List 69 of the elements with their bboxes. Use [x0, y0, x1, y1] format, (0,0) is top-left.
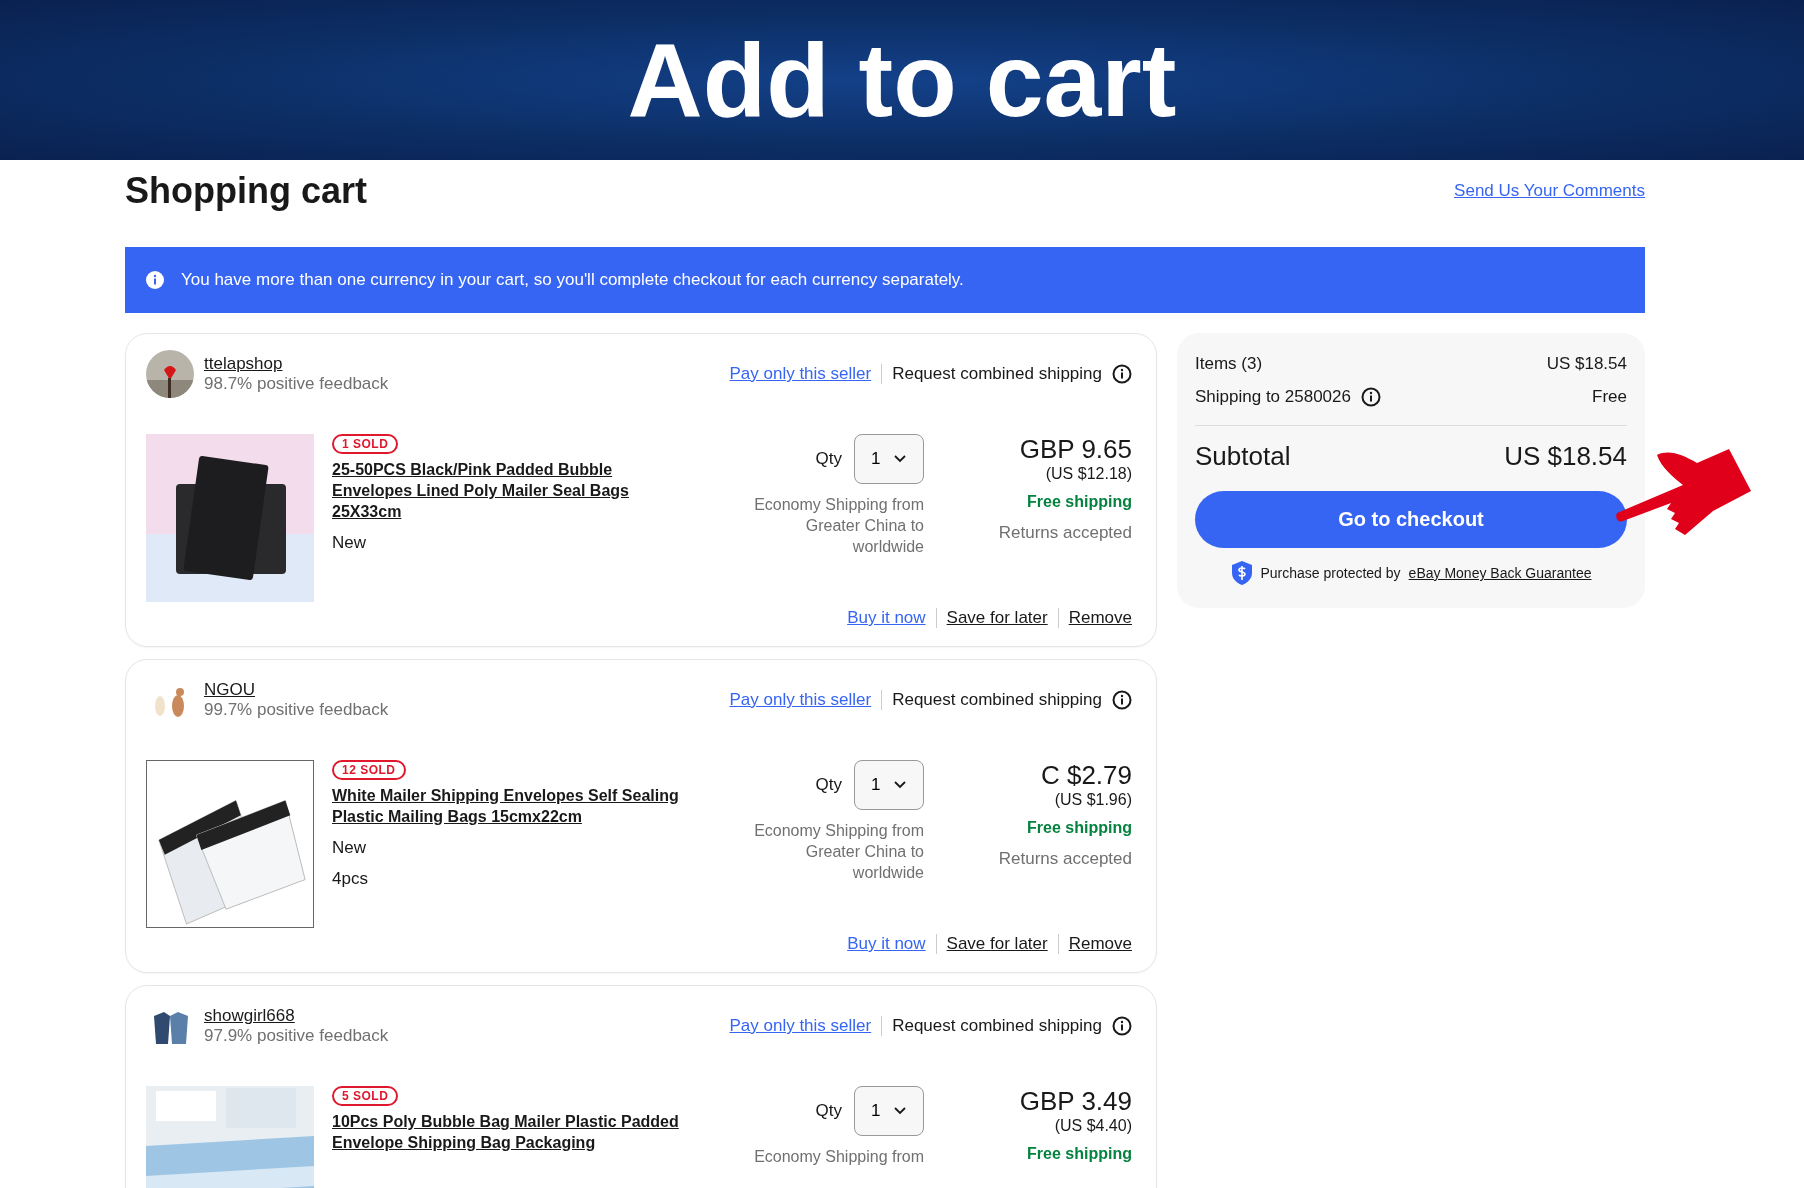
sold-badge: 5 SOLD [332, 1086, 399, 1106]
seller-name[interactable]: showgirl668 [204, 1006, 389, 1026]
guarantee-link[interactable]: eBay Money Back Guarantee [1408, 565, 1592, 581]
shipping-value: Free [1592, 386, 1627, 407]
sold-badge: 1 SOLD [332, 434, 399, 454]
seller-feedback: 99.7% positive feedback [204, 700, 389, 720]
chevron-down-icon [894, 1107, 907, 1115]
item-title[interactable]: 10Pcs Poly Bubble Bag Mailer Plastic Padded Envelope Shipping Bag Packaging [332, 1111, 696, 1153]
qty-select[interactable]: 1 [854, 1086, 924, 1136]
save-for-later-link[interactable]: Save for later [946, 608, 1048, 628]
combined-shipping-label: Request combined shipping [892, 1016, 1102, 1036]
qty-select[interactable]: 1 [854, 434, 924, 484]
page-title: Shopping cart [125, 170, 367, 212]
protection-text: Purchase protected by [1260, 565, 1401, 581]
qty-label: Qty [815, 1101, 842, 1121]
shipping-label: Shipping to 2580026 [1195, 386, 1351, 407]
item-title[interactable]: White Mailer Shipping Envelopes Self Sealing Plastic Mailing Bags 15cmx22cm [332, 785, 696, 827]
pay-only-seller-link[interactable]: Pay only this seller [729, 364, 872, 384]
item-price-usd: (US $1.96) [1054, 791, 1132, 809]
item-price: GBP 3.49 [1019, 1086, 1132, 1117]
item-detail: New [332, 838, 367, 858]
remove-link[interactable]: Remove [1068, 934, 1132, 954]
info-icon [1112, 1016, 1132, 1036]
free-shipping: Free shipping [1027, 819, 1132, 837]
combined-shipping-label: Request combined shipping [892, 690, 1102, 710]
info-icon [1112, 690, 1132, 710]
qty-label: Qty [815, 775, 842, 795]
remove-link[interactable]: Remove [1068, 608, 1132, 628]
item-price: C $2.79 [1040, 760, 1132, 791]
items-label: Items (3) [1195, 353, 1263, 374]
info-icon [1112, 364, 1132, 384]
chevron-down-icon [894, 781, 907, 789]
chevron-down-icon [894, 455, 907, 463]
item-price-usd: (US $12.18) [1045, 465, 1132, 483]
pay-only-seller-link[interactable]: Pay only this seller [729, 690, 872, 710]
free-shipping: Free shipping [1027, 493, 1132, 511]
seller-feedback: 97.9% positive feedback [204, 1026, 389, 1046]
item-detail: New [332, 533, 367, 553]
shipping-method: Economy Shipping from Greater China to worldwide [753, 495, 924, 557]
notice-text: You have more than one currency in your cart, so you'll complete checkout for each currency separately. [181, 270, 964, 290]
returns-label: Returns accepted [998, 849, 1132, 869]
seller-name[interactable]: NGOU [204, 680, 389, 700]
shield-icon [1230, 560, 1253, 586]
shipping-method: Economy Shipping from Greater China to worldwide [753, 821, 924, 883]
info-icon [145, 270, 165, 290]
sold-badge: 12 SOLD [332, 760, 406, 780]
seller-feedback: 98.7% positive feedback [204, 374, 389, 394]
subtotal-value: US $18.54 [1504, 441, 1627, 472]
qty-label: Qty [815, 449, 842, 469]
subtotal-label: Subtotal [1195, 441, 1291, 472]
shipping-method: Economy Shipping from [753, 1147, 924, 1167]
free-shipping: Free shipping [1027, 1145, 1132, 1163]
item-detail: 4pcs [332, 869, 369, 889]
checkout-button[interactable]: Go to checkout [1195, 491, 1627, 548]
save-for-later-link[interactable]: Save for later [946, 934, 1048, 954]
banner-title: Add to cart [627, 20, 1177, 140]
item-title[interactable]: 25-50PCS Black/Pink Padded Bubble Envelopes Lined Poly Mailer Seal Bags 25X33cm [332, 459, 696, 522]
seller-name[interactable]: ttelapshop [204, 354, 389, 374]
item-price-usd: (US $4.40) [1054, 1117, 1132, 1135]
info-icon [1361, 386, 1381, 407]
combined-shipping-label: Request combined shipping [892, 364, 1102, 384]
buy-now-link[interactable]: Buy it now [847, 608, 926, 628]
comments-link[interactable]: Send Us Your Comments [1454, 181, 1645, 201]
returns-label: Returns accepted [998, 523, 1132, 543]
pay-only-seller-link[interactable]: Pay only this seller [729, 1016, 872, 1036]
items-total: US $18.54 [1546, 353, 1627, 374]
item-price: GBP 9.65 [1019, 434, 1132, 465]
qty-select[interactable]: 1 [854, 760, 924, 810]
buy-now-link[interactable]: Buy it now [847, 934, 926, 954]
